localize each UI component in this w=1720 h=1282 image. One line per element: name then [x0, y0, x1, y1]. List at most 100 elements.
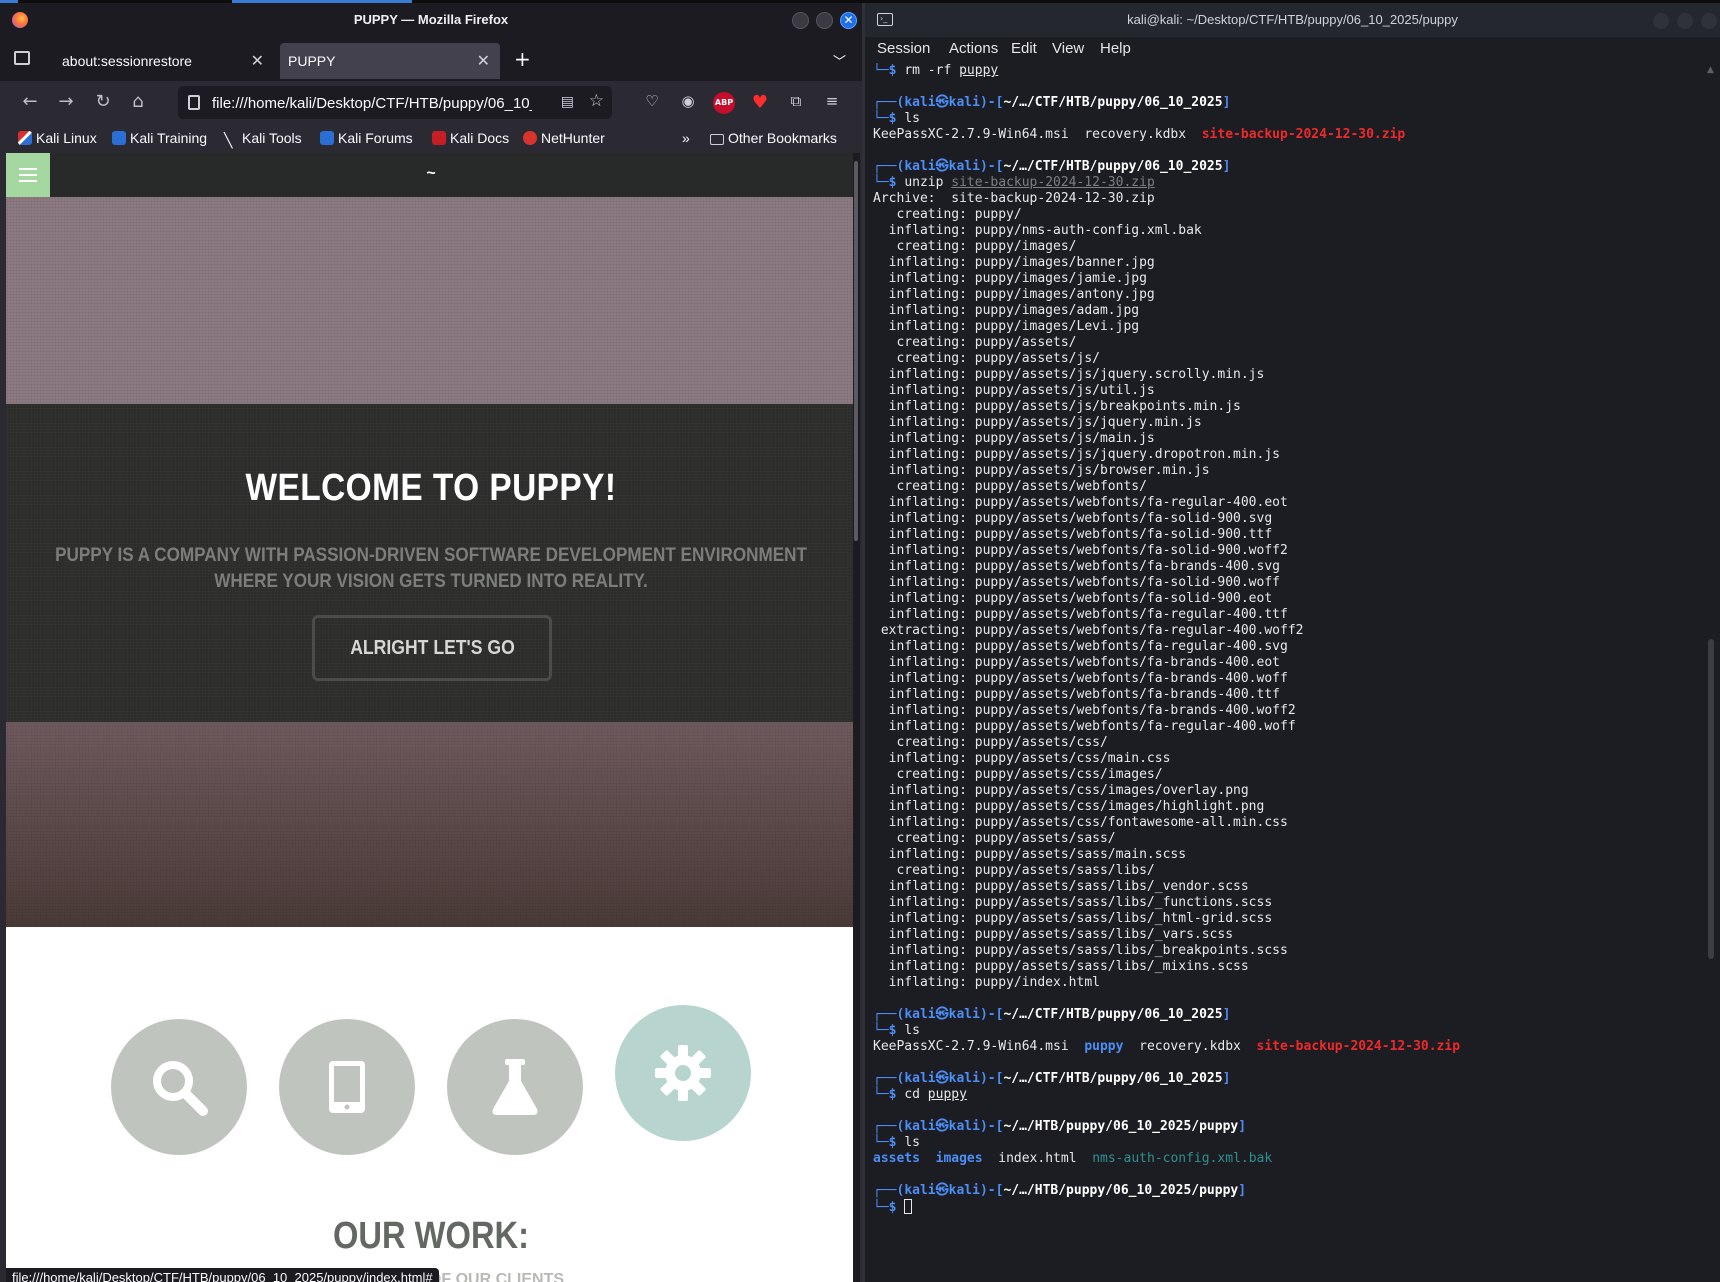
unzip-output-line: inflating: puppy/images/banner.jpg: [873, 255, 1155, 270]
cta-button[interactable]: ALRIGHT LET'S GO: [312, 615, 552, 681]
bookmarks-overflow-icon[interactable]: »: [682, 130, 690, 146]
extensions-icon[interactable]: ⧉: [785, 92, 807, 114]
unzip-output-line: inflating: puppy/assets/js/main.js: [873, 431, 1155, 446]
terminal-prompt: ┌──(kali㉿kali)-[~/…/HTB/puppy/06_10_2025…: [873, 1183, 1247, 1198]
unzip-output-line: extracting: puppy/assets/webfonts/fa-reg…: [873, 623, 1304, 638]
unzip-output-line: inflating: puppy/assets/webfonts/fa-bran…: [873, 687, 1280, 702]
url-input[interactable]: [212, 92, 532, 114]
url-bar[interactable]: ▤ ☆: [178, 86, 612, 119]
maximize-button[interactable]: [1677, 13, 1693, 29]
bookmark-nethunter[interactable]: NetHunter: [523, 130, 605, 146]
gear-icon: [655, 1045, 711, 1101]
tablet-icon: [329, 1061, 365, 1113]
web-page: ~ WELCOME TO PUPPY! PUPPY IS A COMPANY W…: [6, 153, 856, 1282]
terminal-line: └─$ unzip site-backup-2024-12-30.zip: [873, 175, 1155, 190]
pocket-icon[interactable]: ♡: [641, 92, 663, 114]
unzip-output-line: inflating: puppy/assets/sass/main.scss: [873, 847, 1187, 862]
search-icon: [153, 1061, 208, 1116]
unzip-output-line: inflating: puppy/assets/js/util.js: [873, 383, 1155, 398]
reader-view-icon[interactable]: ▤: [561, 94, 574, 110]
navigation-toolbar: ← → ↻ ⌂ ▤ ☆ ♡ ◉ ABP ♥ ⧉ ≡: [0, 81, 862, 125]
unzip-output-line: inflating: puppy/assets/webfonts/fa-regu…: [873, 639, 1288, 654]
new-tab-button[interactable]: +: [514, 47, 531, 71]
terminal-line: └─$ cd puppy: [873, 1087, 967, 1102]
kali-tools-icon: ╲: [224, 132, 233, 148]
adblock-icon[interactable]: ABP: [713, 92, 735, 114]
minimize-button[interactable]: [792, 12, 809, 29]
feature-tablet[interactable]: [279, 1019, 415, 1155]
maximize-button[interactable]: [816, 12, 833, 29]
unzip-output-line: creating: puppy/assets/css/images/: [873, 767, 1163, 782]
unzip-output-line: inflating: puppy/images/jamie.jpg: [873, 271, 1147, 286]
terminal-prompt: ┌──(kali㉿kali)-[~/…/CTF/HTB/puppy/06_10_…: [873, 1007, 1231, 1022]
bookmark-kali-linux[interactable]: Kali Linux: [18, 130, 97, 146]
minimize-button[interactable]: [1653, 13, 1669, 29]
bookmark-star-icon[interactable]: ☆: [589, 91, 604, 111]
unzip-output-line: inflating: puppy/assets/css/images/highl…: [873, 799, 1265, 814]
terminal-output[interactable]: └─$ rm -rf puppy ┌──(kali㉿kali)-[~/…/CTF…: [873, 63, 1703, 1282]
unzip-output-line: inflating: puppy/images/antony.jpg: [873, 287, 1155, 302]
feature-search[interactable]: [111, 1019, 247, 1155]
kali-forums-icon: [320, 131, 334, 145]
unzip-output-line: inflating: puppy/assets/webfonts/fa-soli…: [873, 511, 1273, 526]
unzip-output-line: inflating: puppy/nms-auth-config.xml.bak: [873, 223, 1202, 238]
close-tab-icon[interactable]: ✕: [477, 51, 490, 71]
feature-settings[interactable]: [615, 1005, 751, 1141]
home-button[interactable]: ⌂: [126, 91, 150, 112]
page-icon: [188, 95, 200, 110]
terminal-prompt: ┌──(kali㉿kali)-[~/…/CTF/HTB/puppy/06_10_…: [873, 159, 1231, 174]
firefox-view-icon[interactable]: [14, 51, 30, 65]
menu-edit[interactable]: Edit: [1011, 40, 1037, 57]
unzip-output: Archive: site-backup-2024-12-30.zip crea…: [873, 191, 1703, 991]
unzip-output-line: creating: puppy/: [873, 207, 1022, 222]
menu-actions[interactable]: Actions: [949, 40, 998, 57]
tab-strip: about:sessionrestore ✕ PUPPY ✕ + ﹀: [0, 37, 862, 81]
youtube-extension-icon[interactable]: ♥: [749, 92, 771, 114]
tab-sessionrestore[interactable]: about:sessionrestore ✕: [50, 43, 274, 79]
chevron-down-icon[interactable]: ﹀: [833, 51, 846, 70]
unzip-output-line: inflating: puppy/assets/webfonts/fa-bran…: [873, 671, 1288, 686]
page-scrollbar[interactable]: [853, 153, 860, 1282]
scrollbar-thumb[interactable]: [854, 161, 858, 541]
terminal-cursor: [904, 1199, 913, 1214]
tab-label: about:sessionrestore: [62, 53, 192, 69]
unzip-output-line: inflating: puppy/images/adam.jpg: [873, 303, 1140, 318]
menu-hamburger-icon[interactable]: ≡: [821, 92, 843, 114]
back-button[interactable]: ←: [18, 91, 42, 112]
terminal-scrollbar[interactable]: ▲: [1705, 63, 1718, 1282]
other-bookmarks[interactable]: Other Bookmarks: [710, 130, 837, 146]
unzip-output-line: inflating: puppy/assets/sass/libs/_html-…: [873, 911, 1273, 926]
menu-view[interactable]: View: [1052, 40, 1084, 57]
bookmark-kali-tools[interactable]: ╲ Kali Tools: [224, 130, 302, 148]
forward-button[interactable]: →: [54, 91, 78, 112]
bookmark-kali-docs[interactable]: Kali Docs: [432, 130, 509, 146]
folder-icon: [710, 134, 724, 145]
kali-docs-icon: [432, 131, 446, 145]
unzip-output-line: creating: puppy/assets/sass/: [873, 831, 1116, 846]
close-window-button[interactable]: [1701, 13, 1717, 29]
kali-icon: [18, 131, 32, 145]
unzip-output-line: inflating: puppy/assets/js/jquery.dropot…: [873, 447, 1280, 462]
scroll-up-icon[interactable]: ▲: [1707, 65, 1714, 75]
close-window-button[interactable]: ✕: [840, 12, 857, 29]
terminal-window: ›_ kali@kali: ~/Desktop/CTF/HTB/puppy/06…: [862, 3, 1720, 1282]
close-tab-icon[interactable]: ✕: [251, 51, 264, 71]
terminal-prompt: ┌──(kali㉿kali)-[~/…/HTB/puppy/06_10_2025…: [873, 1119, 1247, 1134]
unzip-output-line: inflating: puppy/index.html: [873, 975, 1100, 990]
kali-training-icon: [112, 131, 126, 145]
unzip-output-line: creating: puppy/images/: [873, 239, 1077, 254]
feature-flask[interactable]: [447, 1019, 583, 1155]
account-icon[interactable]: ◉: [677, 92, 699, 114]
tab-puppy[interactable]: PUPPY ✕: [280, 43, 500, 79]
bookmark-kali-forums[interactable]: Kali Forums: [320, 130, 413, 146]
terminal-input-line[interactable]: └─$: [873, 1199, 1703, 1215]
menu-help[interactable]: Help: [1100, 40, 1131, 57]
reload-button[interactable]: ↻: [91, 91, 115, 112]
menu-session[interactable]: Session: [877, 40, 930, 57]
scrollbar-thumb[interactable]: [1708, 639, 1714, 959]
terminal-ls-output: KeePassXC-2.7.9-Win64.msi recovery.kdbx …: [873, 127, 1406, 142]
terminal-prompt: ┌──(kali㉿kali)-[~/…/CTF/HTB/puppy/06_10_…: [873, 1071, 1231, 1086]
unzip-output-line: inflating: puppy/assets/js/browser.min.j…: [873, 463, 1210, 478]
terminal-line: └─$ ls: [873, 1023, 920, 1038]
bookmark-kali-training[interactable]: Kali Training: [112, 130, 207, 146]
